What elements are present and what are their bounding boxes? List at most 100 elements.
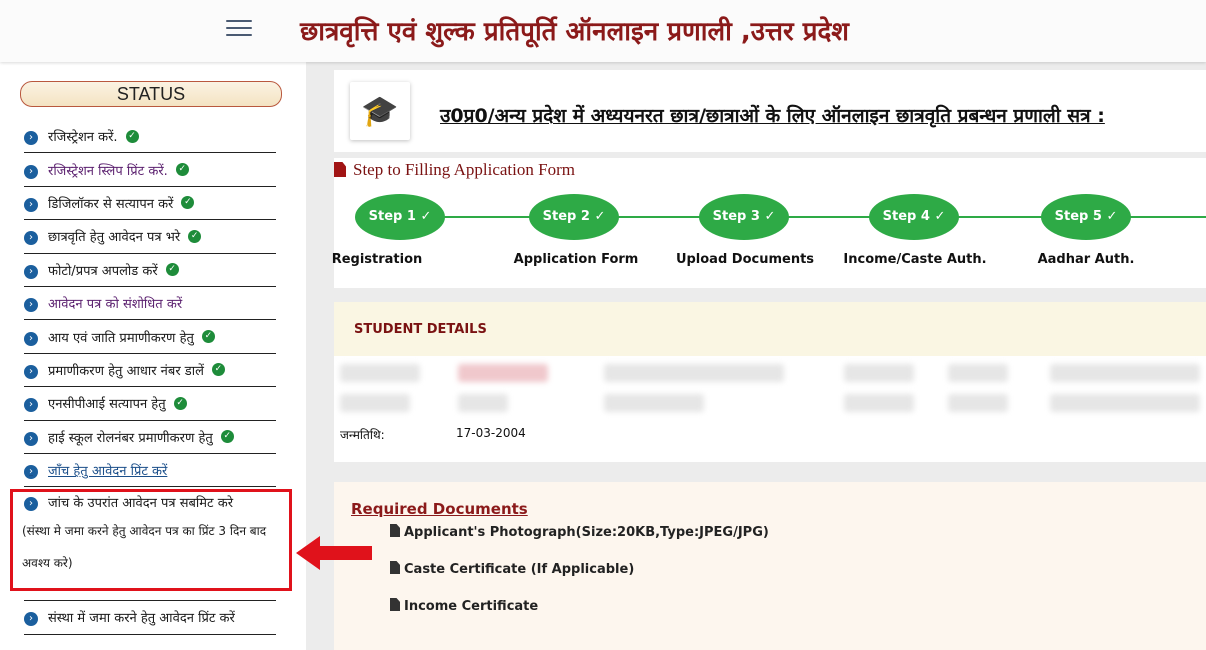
- step-5-label: Aadhar Auth.: [1037, 252, 1135, 267]
- check-circle-icon: ✓: [201, 330, 215, 344]
- step-5-badge: Step 5 ✓: [1041, 194, 1131, 240]
- chevron-right-icon: ›: [24, 431, 38, 446]
- document-item: Caste Certificate (If Applicable): [390, 561, 634, 577]
- scheme-title: उ0प्र0/अन्य प्रदेश में अध्ययनरत छात्र/छा…: [440, 105, 1105, 127]
- sidebar-item-fill-application[interactable]: › छात्रवृति हेतु आवेदन पत्र भरे ✓: [24, 220, 276, 254]
- sidebar-item-registration-slip[interactable]: › रजिस्ट्रेशन स्लिप प्रिंट करें. ✓: [24, 153, 276, 187]
- chevron-right-icon: ›: [24, 465, 38, 480]
- file-icon: [334, 162, 346, 177]
- redacted-field: [458, 364, 548, 382]
- step-3-label: Upload Documents: [675, 252, 815, 267]
- chevron-right-icon: ›: [24, 497, 38, 512]
- redacted-field: [948, 394, 1008, 412]
- step-3-badge: Step 3 ✓: [699, 194, 789, 240]
- chevron-right-icon: ›: [24, 131, 38, 146]
- sidebar-item-label: आवेदन पत्र को संशोधित करें: [48, 297, 183, 313]
- check-circle-icon: ✓: [165, 263, 179, 277]
- sidebar-item-note: (संस्था मे जमा करने हेतु आवेदन पत्र का प…: [22, 524, 267, 571]
- sidebar-item-income-caste[interactable]: › आय एवं जाति प्रमाणीकरण हेतु ✓: [24, 320, 276, 354]
- sidebar-item-label: रजिस्ट्रेशन स्लिप प्रिंट करें.: [48, 163, 168, 179]
- chevron-right-icon: ›: [24, 197, 38, 212]
- sidebar-item-label: प्रमाणीकरण हेतु आधार नंबर डालें: [48, 363, 204, 379]
- chevron-right-icon: ›: [24, 298, 38, 313]
- sidebar-item-highschool-roll[interactable]: › हाई स्कूल रोलनंबर प्रमाणीकरण हेतु ✓: [24, 421, 276, 454]
- document-item: Income Certificate: [390, 598, 538, 614]
- student-details-header: STUDENT DETAILS: [334, 302, 1206, 356]
- required-documents-heading[interactable]: Required Documents: [351, 500, 528, 518]
- step-4-badge: Step 4 ✓: [869, 194, 959, 240]
- sidebar-item-edit-application[interactable]: › आवेदन पत्र को संशोधित करें: [24, 287, 276, 321]
- sidebar-item-label: आय एवं जाति प्रमाणीकरण हेतु: [48, 330, 194, 346]
- chevron-right-icon: ›: [24, 264, 38, 279]
- student-details-heading: STUDENT DETAILS: [354, 322, 487, 337]
- redacted-field: [1050, 394, 1200, 412]
- sidebar-item-registration[interactable]: › रजिस्ट्रेशन करें. ✓: [24, 120, 276, 154]
- chevron-right-icon: ›: [24, 164, 38, 179]
- annotation-arrow-icon: [296, 536, 372, 570]
- main-content: 🎓 उ0प्र0/अन्य प्रदेश में अध्ययनरत छात्र/…: [306, 62, 1206, 650]
- sidebar-item-label: जाँच हेतु आवेदन प्रिंट करें: [48, 464, 168, 480]
- step-2-badge: Step 2 ✓: [529, 194, 619, 240]
- sidebar-item-print-for-check[interactable]: › जाँच हेतु आवेदन प्रिंट करें: [24, 454, 276, 488]
- redacted-field: [948, 364, 1008, 382]
- check-circle-icon: ✓: [181, 196, 195, 210]
- check-circle-icon: ✓: [125, 129, 139, 143]
- sidebar-item-digilocker[interactable]: › डिजिलॉकर से सत्यापन करें ✓: [24, 187, 276, 221]
- dob-label: जन्मतिथि:: [340, 428, 385, 442]
- page: छात्रवृत्ति एवं शुल्क प्रतिपूर्ति ऑनलाइन…: [0, 0, 1206, 650]
- document-item: Applicant's Photograph(Size:20KB,Type:JP…: [390, 524, 769, 540]
- sidebar-item-submit-application[interactable]: › जांच के उपरांत आवेदन पत्र सबमिट करे (सं…: [22, 487, 276, 602]
- chevron-right-icon: ›: [24, 231, 38, 246]
- steps-panel: Step to Filling Application Form Step 1 …: [332, 158, 1206, 288]
- sidebar-item-label: डिजिलॉकर से सत्यापन करें: [48, 196, 174, 212]
- scheme-title-card: 🎓 उ0प्र0/अन्य प्रदेश में अध्ययनरत छात्र/…: [334, 70, 1206, 152]
- check-circle-icon: ✓: [175, 163, 189, 177]
- sidebar-item-label: फोटो/प्रपत्र अपलोड करें: [48, 263, 158, 279]
- redacted-field: [604, 394, 704, 412]
- redacted-field: [340, 394, 410, 412]
- chevron-right-icon: ›: [24, 612, 38, 627]
- check-circle-icon: ✓: [220, 430, 234, 444]
- sidebar-item-label: हाई स्कूल रोलनंबर प्रमाणीकरण हेतु: [48, 430, 213, 446]
- graduation-cap-icon: 🎓: [350, 82, 410, 140]
- top-header: छात्रवृत्ति एवं शुल्क प्रतिपूर्ति ऑनलाइन…: [0, 0, 1206, 62]
- step-6-label: A: [1199, 252, 1206, 267]
- status-menu: › रजिस्ट्रेशन करें. ✓ › रजिस्ट्रेशन स्लिप प…: [22, 120, 276, 635]
- check-circle-icon: ✓: [173, 396, 187, 410]
- step-2-label: Application Form: [513, 252, 639, 267]
- step-1-badge: Step 1 ✓: [355, 194, 445, 240]
- redacted-field: [340, 364, 420, 382]
- check-circle-icon: ✓: [188, 229, 202, 243]
- required-documents-card: Required Documents Applicant's Photograp…: [334, 482, 1206, 650]
- step-4-label: Income/Caste Auth.: [843, 252, 987, 267]
- dob-value: 17-03-2004: [456, 426, 526, 440]
- chevron-right-icon: ›: [24, 331, 38, 346]
- sidebar: STATUS › रजिस्ट्रेशन करें. ✓ › रजिस्ट्रेशन …: [0, 62, 306, 650]
- sidebar-item-label: छात्रवृति हेतु आवेदन पत्र भरे: [48, 230, 181, 246]
- sidebar-item-photo-upload[interactable]: › फोटो/प्रपत्र अपलोड करें ✓: [24, 254, 276, 287]
- sidebar-item-label: संस्था में जमा करने हेतु आवेदन प्रिंट कर…: [48, 611, 235, 627]
- step-1-label: Registration: [331, 252, 423, 267]
- file-icon: [390, 598, 400, 611]
- sidebar-item-label: जांच के उपरांत आवेदन पत्र सबमिट करे: [48, 496, 234, 512]
- student-details-card: STUDENT DETAILS जन्मतिथि: 17-03-2004: [334, 302, 1206, 462]
- redacted-field: [844, 364, 914, 382]
- steps-heading-text: Step to Filling Application Form: [353, 160, 575, 179]
- sidebar-item-print-for-institution[interactable]: › संस्था में जमा करने हेतु आवेदन प्रिंट क…: [24, 601, 276, 635]
- status-heading: STATUS: [20, 81, 282, 107]
- app-title: छात्रवृत्ति एवं शुल्क प्रतिपूर्ति ऑनलाइन…: [300, 17, 849, 47]
- file-icon: [390, 524, 400, 537]
- menu-toggle-icon[interactable]: [226, 20, 252, 40]
- chevron-right-icon: ›: [24, 364, 38, 379]
- chevron-right-icon: ›: [24, 398, 38, 413]
- sidebar-item-label: रजिस्ट्रेशन करें.: [48, 130, 118, 146]
- sidebar-item-label: एनसीपीआई सत्यापन हेतु: [48, 397, 166, 413]
- redacted-field: [458, 394, 508, 412]
- sidebar-item-aadhaar[interactable]: › प्रमाणीकरण हेतु आधार नंबर डालें ✓: [24, 354, 276, 388]
- file-icon: [390, 561, 400, 574]
- redacted-field: [1050, 364, 1200, 382]
- sidebar-item-npci[interactable]: › एनसीपीआई सत्यापन हेतु ✓: [24, 387, 276, 421]
- steps-heading: Step to Filling Application Form: [334, 160, 575, 180]
- redacted-field: [604, 364, 784, 382]
- check-circle-icon: ✓: [211, 363, 225, 377]
